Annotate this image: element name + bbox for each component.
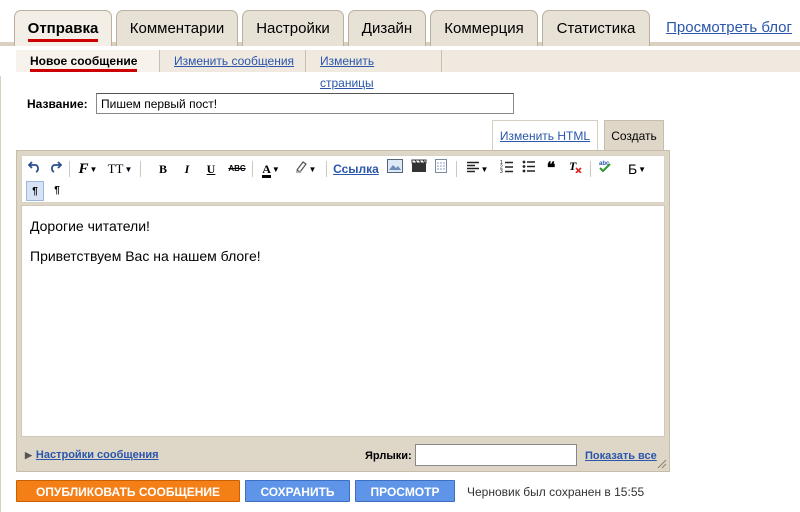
jump-break-icon[interactable] bbox=[432, 159, 450, 179]
font-size-icon: TT bbox=[107, 161, 124, 176]
font-size-button[interactable]: TT▼ bbox=[106, 159, 134, 179]
tab-commerce[interactable]: Коммерция bbox=[430, 10, 538, 46]
editor-content-area[interactable]: Дорогие читатели! Приветствуем Вас на на… bbox=[21, 205, 665, 437]
tab-posting[interactable]: Отправка bbox=[14, 10, 112, 48]
post-settings-label: Настройки сообщения bbox=[35, 449, 159, 461]
subtab-new-post-label: Новое сообщение bbox=[30, 54, 138, 72]
align-button[interactable]: ▼ bbox=[462, 159, 492, 179]
title-input[interactable] bbox=[96, 93, 514, 114]
spellcheck-icon[interactable]: abc bbox=[596, 159, 614, 179]
tab-comments[interactable]: Комментарии bbox=[116, 10, 238, 46]
preview-button[interactable]: ПРОСМОТР bbox=[355, 480, 455, 502]
transliteration-icon: Б bbox=[627, 161, 638, 177]
bullet-list-icon[interactable] bbox=[520, 159, 538, 179]
tab-posting-label: Отправка bbox=[27, 20, 99, 42]
link-button-label: Ссылка bbox=[333, 162, 379, 176]
triangle-right-icon: ▶ bbox=[25, 450, 32, 460]
underline-icon: U bbox=[206, 162, 216, 176]
chevron-down-icon: ▼ bbox=[271, 165, 280, 175]
text-color-icon: A bbox=[262, 162, 271, 178]
underline-button[interactable]: U bbox=[204, 159, 218, 179]
tab-settings-label: Настройки bbox=[256, 20, 330, 37]
italic-button[interactable]: I bbox=[180, 159, 194, 179]
svg-text:T: T bbox=[569, 159, 577, 173]
chevron-down-icon: ▼ bbox=[124, 165, 133, 175]
view-blog-link[interactable]: Просмотреть блог bbox=[666, 19, 792, 36]
insert-image-icon[interactable] bbox=[386, 159, 404, 179]
quote-icon[interactable]: ❝ bbox=[542, 159, 560, 179]
post-settings-link[interactable]: ▶ Настройки сообщения bbox=[25, 449, 159, 461]
editor-footer: ▶ Настройки сообщения Ярлыки: Показать вс… bbox=[17, 441, 669, 471]
text-color-button[interactable]: A▼ bbox=[258, 159, 284, 179]
edit-html-tab[interactable]: Изменить HTML bbox=[492, 120, 598, 150]
subtab-edit-posts-label: Изменить сообщения bbox=[174, 54, 295, 68]
tab-commerce-label: Коммерция bbox=[444, 20, 524, 37]
save-button[interactable]: СОХРАНИТЬ bbox=[245, 480, 350, 502]
resize-grip-icon[interactable] bbox=[657, 459, 667, 469]
publish-button[interactable]: ОПУБЛИКОВАТЬ СООБЩЕНИЕ bbox=[16, 480, 240, 502]
page-border bbox=[0, 46, 1, 512]
body-paragraph: Приветствуем Вас на нашем блоге! bbox=[30, 248, 261, 264]
italic-icon: I bbox=[184, 162, 190, 176]
font-family-icon: F bbox=[78, 161, 89, 177]
rtl-glyph: ¶ bbox=[54, 185, 60, 196]
numbered-list-icon[interactable]: 123 bbox=[498, 159, 516, 179]
toolbar-separator bbox=[140, 161, 141, 177]
tab-design[interactable]: Дизайн bbox=[348, 10, 426, 46]
subtab-edit-posts[interactable]: Изменить сообщения bbox=[164, 50, 306, 72]
bold-icon: B bbox=[158, 162, 167, 176]
insert-video-icon[interactable] bbox=[410, 159, 428, 179]
sub-tab-bar: Новое сообщение Изменить сообщения Измен… bbox=[0, 46, 800, 90]
ltr-glyph: ¶ bbox=[32, 186, 38, 197]
highlight-button[interactable]: ▼ bbox=[290, 159, 320, 179]
chevron-down-icon: ▼ bbox=[638, 165, 647, 175]
chevron-down-icon: ▼ bbox=[480, 164, 489, 174]
title-label: Название: bbox=[27, 97, 88, 111]
strikethrough-button[interactable]: ABC bbox=[226, 159, 248, 179]
chevron-down-icon: ▼ bbox=[308, 164, 317, 174]
transliteration-button[interactable]: Б▼ bbox=[620, 159, 654, 179]
undo-icon[interactable] bbox=[26, 159, 44, 179]
align-left-icon bbox=[466, 161, 479, 173]
toolbar-separator bbox=[326, 161, 327, 177]
labels-label: Ярлыки: bbox=[365, 450, 412, 462]
ltr-direction-icon[interactable]: ¶ bbox=[26, 181, 44, 201]
chevron-down-icon: ▼ bbox=[89, 164, 98, 174]
redo-icon[interactable] bbox=[46, 159, 64, 179]
tab-statistics[interactable]: Статистика bbox=[542, 10, 650, 46]
subtab-new-post[interactable]: Новое сообщение bbox=[16, 50, 160, 72]
compose-tab[interactable]: Создать bbox=[604, 120, 664, 150]
tab-comments-label: Комментарии bbox=[129, 20, 225, 37]
toolbar-separator bbox=[456, 161, 457, 177]
tab-statistics-label: Статистика bbox=[556, 20, 636, 37]
svg-text:3: 3 bbox=[500, 169, 503, 173]
strikethrough-icon: ABC bbox=[228, 164, 246, 173]
sub-tab-strip: Новое сообщение Изменить сообщения Измен… bbox=[16, 50, 800, 90]
toolbar-separator bbox=[252, 161, 253, 177]
show-all-labels-link[interactable]: Показать все bbox=[585, 450, 657, 462]
toolbar-separator bbox=[590, 161, 591, 177]
editor-toolbar: F▼ TT▼ B I U ABC A▼ ▼ Ссылка ▼ 1 2 3 ❝ T… bbox=[21, 155, 665, 203]
highlighter-icon bbox=[295, 161, 307, 173]
subtab-edit-pages[interactable]: Изменить страницы bbox=[310, 50, 442, 90]
subtab-edit-pages-label: Изменить страницы bbox=[320, 54, 375, 90]
bold-button[interactable]: B bbox=[156, 159, 170, 179]
tab-settings[interactable]: Настройки bbox=[242, 10, 344, 46]
link-button[interactable]: Ссылка bbox=[332, 159, 380, 179]
remove-formatting-icon[interactable]: T bbox=[566, 159, 584, 179]
draft-status: Черновик был сохранен в 15:55 bbox=[467, 485, 645, 499]
rtl-direction-icon[interactable]: ¶ bbox=[48, 181, 66, 201]
font-family-button[interactable]: F▼ bbox=[76, 159, 100, 179]
main-tab-bar: Отправка Комментарии Настройки Дизайн Ко… bbox=[0, 0, 800, 48]
toolbar-separator bbox=[69, 161, 70, 177]
tab-design-label: Дизайн bbox=[361, 20, 413, 37]
labels-input[interactable] bbox=[415, 444, 577, 466]
body-paragraph: Дорогие читатели! bbox=[30, 218, 150, 234]
post-editor: F▼ TT▼ B I U ABC A▼ ▼ Ссылка ▼ 1 2 3 ❝ T… bbox=[16, 150, 670, 472]
